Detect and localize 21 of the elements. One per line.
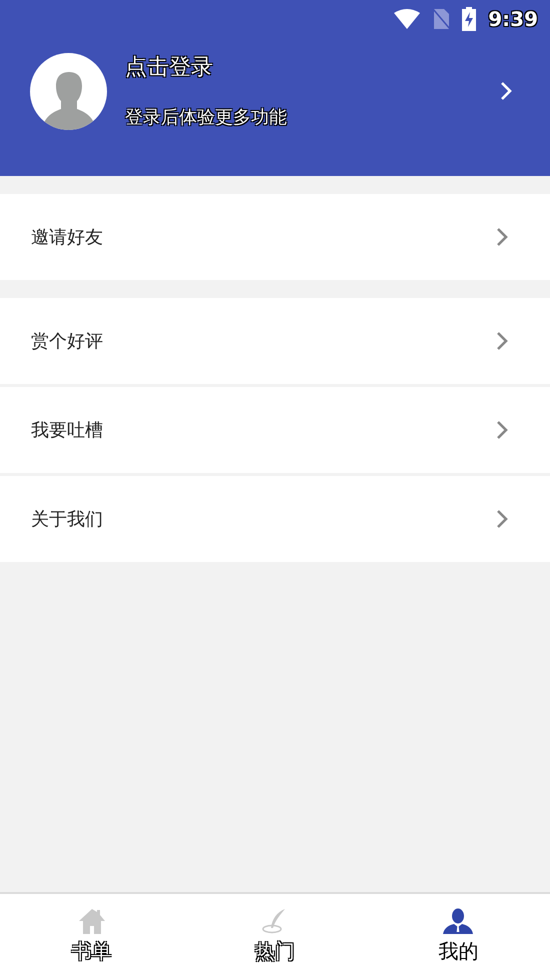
menu-item[interactable]: 我要吐槽 — [0, 387, 550, 473]
menu-item[interactable]: 关于我们 — [0, 476, 550, 562]
chevron-right-icon — [500, 81, 512, 101]
person-icon — [442, 908, 474, 934]
chevron-right-icon — [496, 227, 508, 247]
login-subtitle: 登录后体验更多功能 — [125, 106, 288, 130]
house-icon — [78, 908, 106, 934]
menu-item[interactable]: 邀请好友 — [0, 194, 550, 280]
chevron-right-icon — [496, 331, 508, 351]
login-banner[interactable]: 点击登录 登录后体验更多功能 — [0, 38, 550, 176]
nav-tab[interactable]: 热门 — [183, 894, 367, 979]
battery-charging-icon — [462, 7, 476, 31]
wifi-icon — [394, 9, 420, 29]
chevron-right-icon — [496, 509, 508, 529]
nav-tab[interactable]: 书单 — [0, 894, 184, 979]
menu-item[interactable]: 赏个好评 — [0, 298, 550, 384]
nav-tab[interactable]: 我的 — [366, 894, 550, 979]
no-sim-icon — [432, 8, 450, 30]
login-title: 点击登录 — [125, 54, 214, 82]
chevron-right-icon — [496, 420, 508, 440]
clock-text: 9:39 — [488, 6, 538, 33]
